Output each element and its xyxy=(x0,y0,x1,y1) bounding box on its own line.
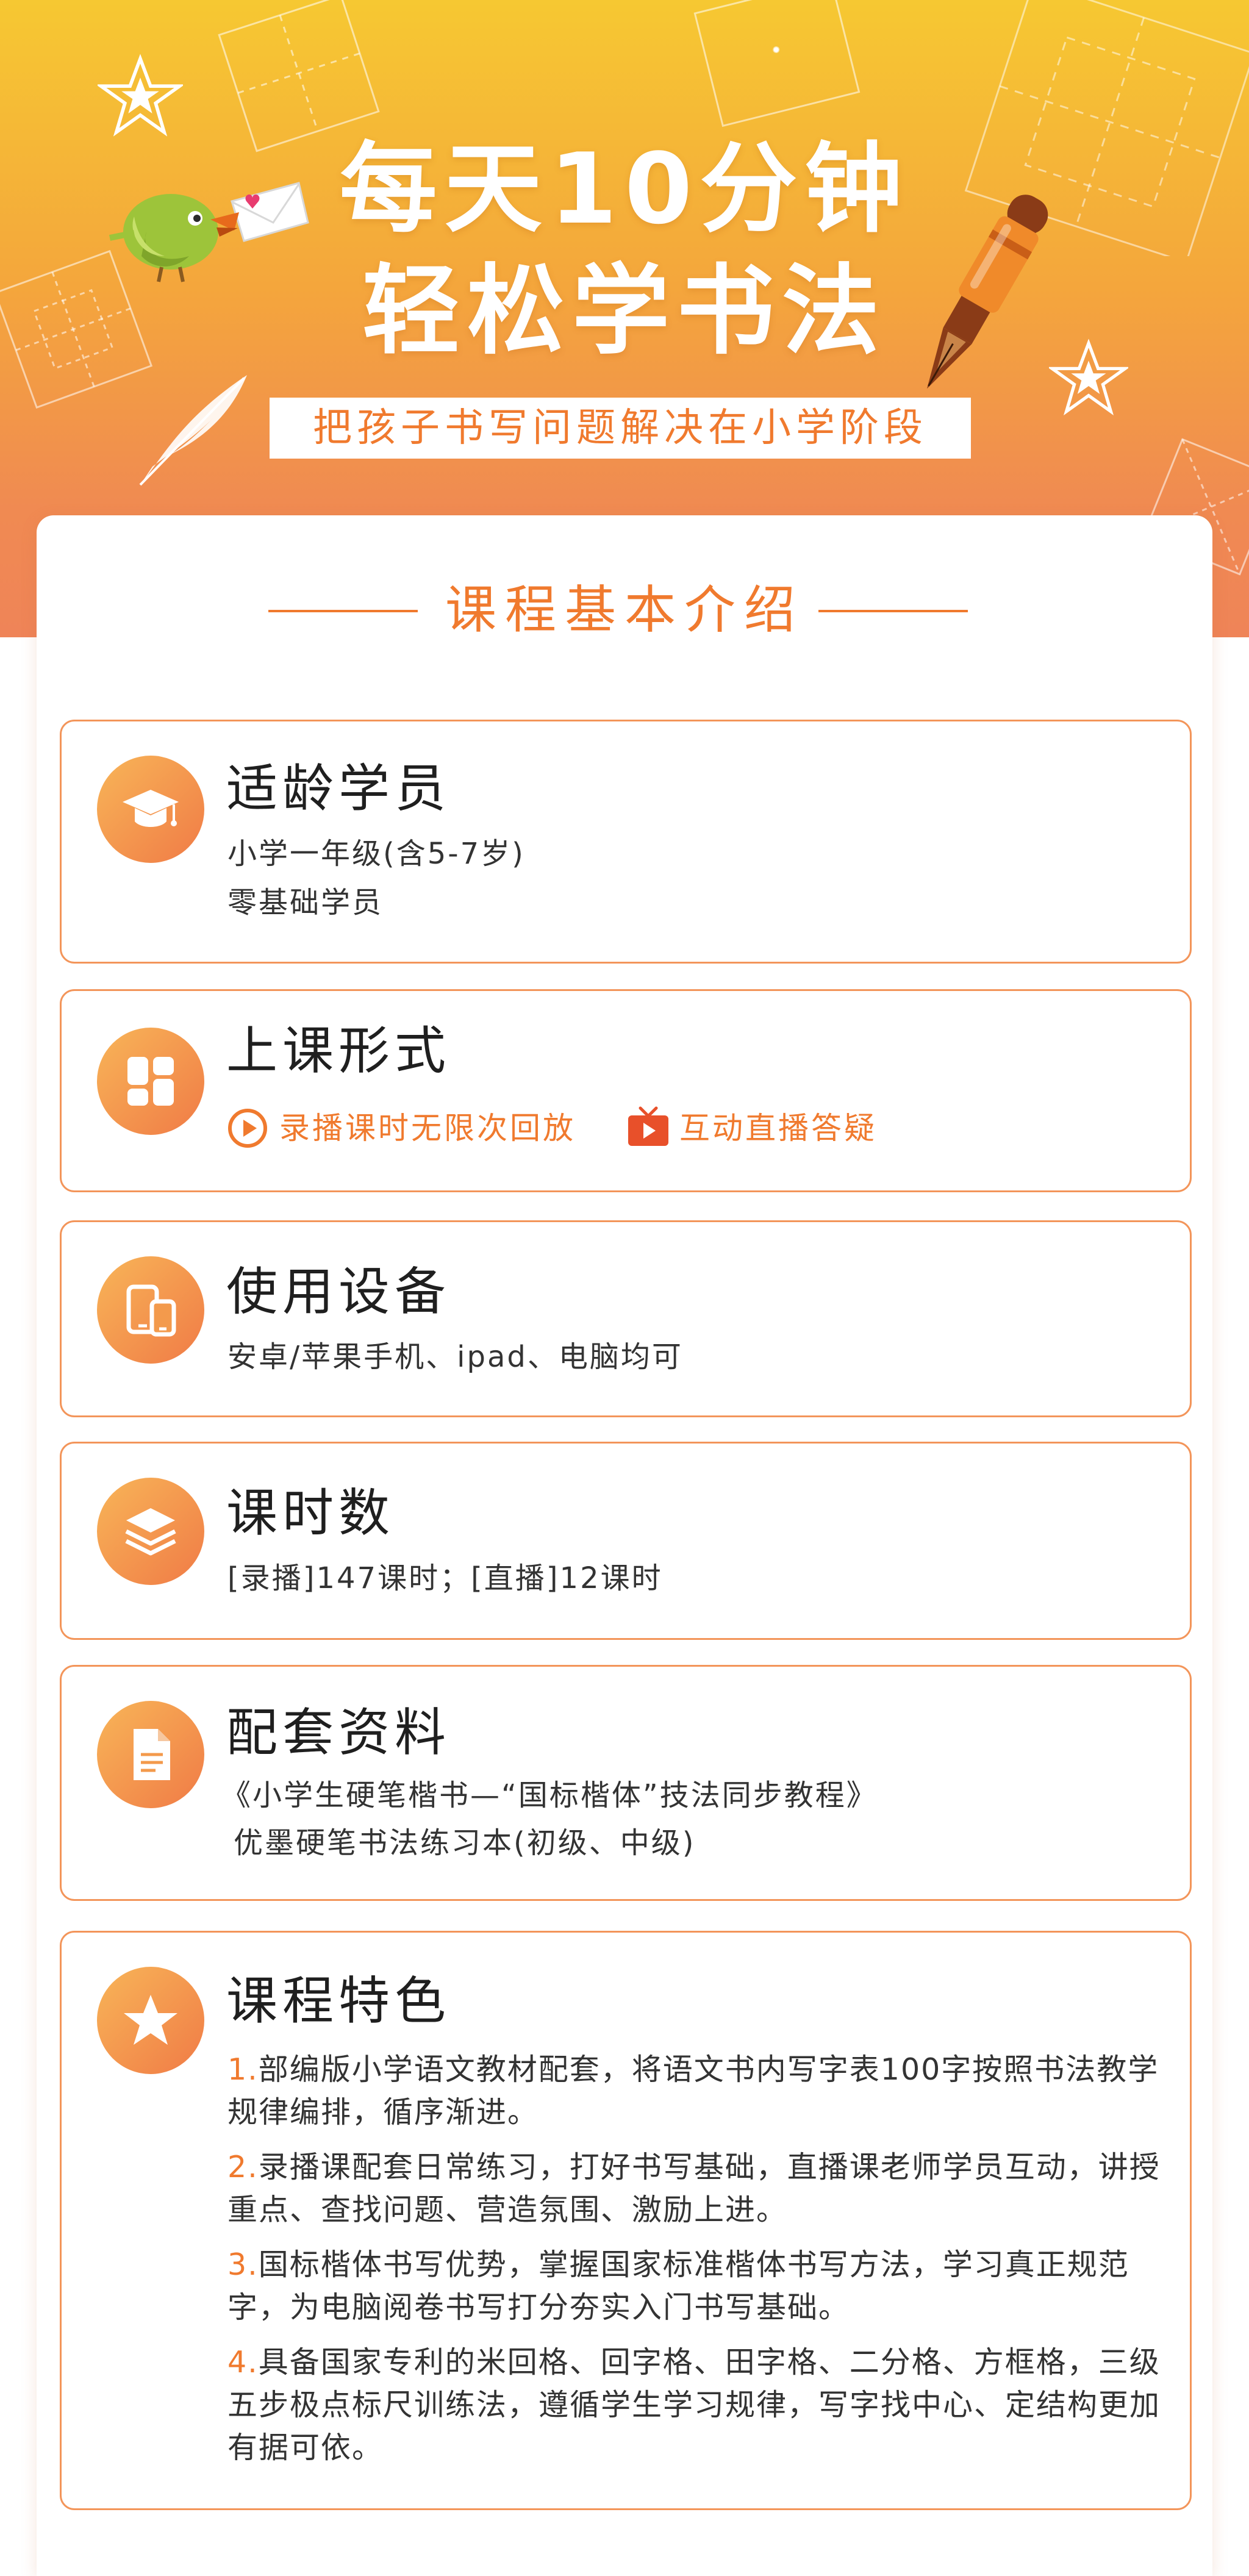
feature-number: 4. xyxy=(227,2345,259,2380)
box-text-line: 小学一年级(含5-7岁) xyxy=(227,837,525,871)
feature-item: 2.录播课配套日常练习，打好书写基础，直播课老师学员互动，讲授重点、查找问题、营… xyxy=(227,2146,1167,2231)
page: 每天10分钟 轻松学书法 把孩子书写问题解决在小学阶段 课程基本介绍 适龄学员 … xyxy=(0,0,1249,2576)
box-text-line: 《小学生硬笔楷书—“国标楷体”技法同步教程》 xyxy=(221,1778,878,1812)
box-title: 课程特色 xyxy=(226,1971,451,2031)
feature-number: 3. xyxy=(227,2247,259,2282)
devices-icon xyxy=(97,1256,204,1364)
feature-text: 部编版小学语文教材配套，将语文书内写字表100字按照书法教学规律编排，循序渐进。 xyxy=(227,2052,1159,2130)
info-box-age: 适龄学员 小学一年级(含5-7岁) 零基础学员 xyxy=(60,720,1192,964)
format-tag-recorded: 录播课时无限次回放 xyxy=(279,1111,576,1146)
hero-title-line2: 轻松学书法 xyxy=(362,254,887,368)
box-text-line: 优墨硬笔书法练习本(初级、中级) xyxy=(234,1826,696,1860)
box-text-line: [录播]147课时；[直播]12课时 xyxy=(227,1561,663,1595)
layers-icon xyxy=(97,1478,204,1585)
star-icon xyxy=(97,1967,204,2074)
graduation-cap-icon xyxy=(97,756,204,863)
feature-number: 2. xyxy=(227,2150,259,2184)
hero-subtitle: 把孩子书写问题解决在小学阶段 xyxy=(270,398,971,459)
feature-item: 1.部编版小学语文教材配套，将语文书内写字表100字按照书法教学规律编排，循序渐… xyxy=(227,2048,1167,2134)
live-tv-icon xyxy=(628,1106,668,1146)
play-circle-icon xyxy=(228,1109,267,1148)
box-title: 上课形式 xyxy=(226,1021,451,1081)
info-box-format: 上课形式 录播课时无限次回放 互动直播答疑 xyxy=(60,989,1192,1192)
info-box-devices: 使用设备 安卓/苹果手机、ipad、电脑均可 xyxy=(60,1220,1192,1417)
title-rule-right xyxy=(818,610,968,612)
feature-number: 1. xyxy=(227,2052,259,2087)
info-box-hours: 课时数 [录播]147课时；[直播]12课时 xyxy=(60,1442,1192,1640)
grid-square-decoration xyxy=(218,0,380,152)
box-title: 适龄学员 xyxy=(226,759,451,818)
grid-square-decoration xyxy=(693,0,861,127)
feather-icon xyxy=(139,375,247,486)
hero-title-line1: 每天10分钟 xyxy=(339,132,910,246)
box-title: 使用设备 xyxy=(226,1262,451,1322)
info-box-features: 课程特色 1.部编版小学语文教材配套，将语文书内写字表100字按照书法教学规律编… xyxy=(60,1931,1192,2510)
box-title: 配套资料 xyxy=(226,1703,451,1762)
section-title: 课程基本介绍 xyxy=(445,580,804,640)
document-icon xyxy=(97,1701,204,1808)
info-box-materials: 配套资料 《小学生硬笔楷书—“国标楷体”技法同步教程》 优墨硬笔书法练习本(初级… xyxy=(60,1665,1192,1901)
feature-item: 4.具备国家专利的米回格、回字格、田字格、二分格、方框格，三级五步极点标尺训练法… xyxy=(227,2341,1167,2469)
feature-text: 录播课配套日常练习，打好书写基础，直播课老师学员互动，讲授重点、查找问题、营造氛… xyxy=(227,2150,1161,2227)
format-tag-live: 互动直播答疑 xyxy=(679,1111,877,1146)
box-text-line: 安卓/苹果手机、ipad、电脑均可 xyxy=(227,1340,683,1374)
feature-item: 3.国标楷体书写优势，掌握国家标准楷体书写方法，学习真正规范字，为电脑阅卷书写打… xyxy=(227,2244,1167,2329)
feature-text: 具备国家专利的米回格、回字格、田字格、二分格、方框格，三级五步极点标尺训练法，遵… xyxy=(227,2345,1161,2465)
feature-text: 国标楷体书写优势，掌握国家标准楷体书写方法，学习真正规范字，为电脑阅卷书写打分夯… xyxy=(227,2247,1129,2325)
box-text-line: 零基础学员 xyxy=(227,886,384,920)
box-title: 课时数 xyxy=(226,1483,395,1543)
star-outline-icon xyxy=(98,54,183,137)
grid-apps-icon xyxy=(97,1028,204,1135)
